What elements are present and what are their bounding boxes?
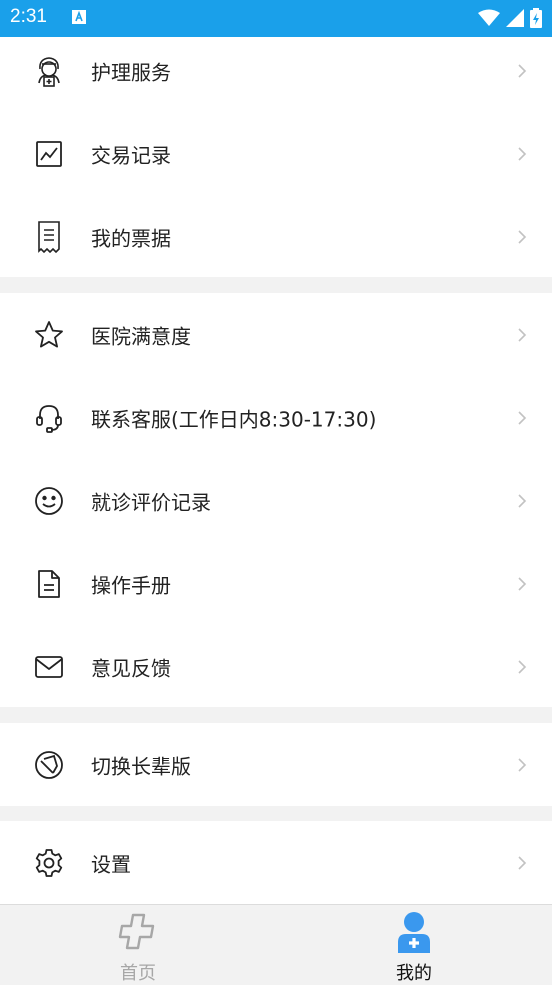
- menu-item-label: 就诊评价记录: [91, 490, 211, 514]
- status-time: 2:31: [10, 6, 47, 27]
- menu-group-support: 医院满意度 联系客服(工作日内8:30-17:30) 就诊评价记录 操作手册 意…: [0, 293, 552, 707]
- tab-mine-label: 我的: [396, 963, 432, 984]
- smile-icon: [33, 485, 65, 517]
- chevron-right-icon: [518, 659, 527, 674]
- chevron-right-icon: [518, 855, 527, 870]
- menu-item-label: 护理服务: [91, 60, 171, 84]
- menu-item-hospital-satisfaction[interactable]: 医院满意度: [0, 293, 552, 376]
- user-profile-icon: [398, 912, 430, 953]
- bottom-tab-bar: 首页 我的: [0, 904, 552, 984]
- tab-home[interactable]: 首页: [0, 905, 276, 984]
- menu-item-user-manual[interactable]: 操作手册: [0, 542, 552, 625]
- menu-item-transaction-records[interactable]: 交易记录: [0, 112, 552, 195]
- menu-item-switch-elder-mode[interactable]: 切换长辈版: [0, 723, 552, 806]
- menu-item-label: 切换长辈版: [91, 754, 191, 778]
- signal-icon: [506, 9, 524, 27]
- menu-item-visit-review-records[interactable]: 就诊评价记录: [0, 459, 552, 542]
- tab-home-label: 首页: [120, 963, 156, 984]
- wifi-icon: [478, 9, 500, 26]
- chevron-right-icon: [518, 229, 527, 244]
- chevron-right-icon: [518, 327, 527, 342]
- menu-item-label: 交易记录: [91, 143, 171, 167]
- menu-group-services: 护理服务 交易记录 我的票据: [0, 37, 552, 277]
- switch-icon: [33, 749, 65, 781]
- menu-item-label: 意见反馈: [91, 656, 171, 680]
- chevron-right-icon: [518, 410, 527, 425]
- system-icons: [478, 8, 542, 28]
- menu-item-settings[interactable]: 设置: [0, 821, 552, 904]
- menu-item-label: 我的票据: [91, 226, 171, 250]
- nurse-icon: [33, 55, 65, 87]
- menu-group-settings: 设置: [0, 821, 552, 904]
- chevron-right-icon: [518, 576, 527, 591]
- status-bar: 2:31: [0, 0, 552, 37]
- app-notification-icon: [72, 10, 86, 24]
- medical-cross-icon: [118, 913, 155, 950]
- menu-item-label: 医院满意度: [91, 324, 191, 348]
- receipt-icon: [33, 220, 65, 253]
- menu-item-my-receipts[interactable]: 我的票据: [0, 195, 552, 278]
- document-icon: [33, 568, 65, 600]
- chevron-right-icon: [518, 757, 527, 772]
- menu-item-feedback[interactable]: 意见反馈: [0, 625, 552, 708]
- mail-icon: [33, 651, 65, 683]
- profile-menu: 护理服务 交易记录 我的票据 医院满意度 联系客服(工作日内8:30-17:30…: [0, 37, 552, 904]
- star-icon: [33, 319, 65, 351]
- battery-icon: [530, 8, 542, 28]
- menu-item-label: 设置: [91, 852, 131, 876]
- menu-group-mode: 切换长辈版: [0, 723, 552, 806]
- chevron-right-icon: [518, 63, 527, 78]
- chevron-right-icon: [518, 146, 527, 161]
- menu-item-label: 联系客服(工作日内8:30-17:30): [91, 407, 377, 431]
- chevron-right-icon: [518, 493, 527, 508]
- tab-mine[interactable]: 我的: [276, 905, 552, 984]
- gear-icon: [33, 847, 65, 879]
- menu-item-customer-service[interactable]: 联系客服(工作日内8:30-17:30): [0, 376, 552, 459]
- menu-item-label: 操作手册: [91, 573, 171, 597]
- chart-icon: [33, 138, 65, 170]
- headset-icon: [33, 402, 65, 434]
- menu-item-nursing-service[interactable]: 护理服务: [0, 37, 552, 112]
